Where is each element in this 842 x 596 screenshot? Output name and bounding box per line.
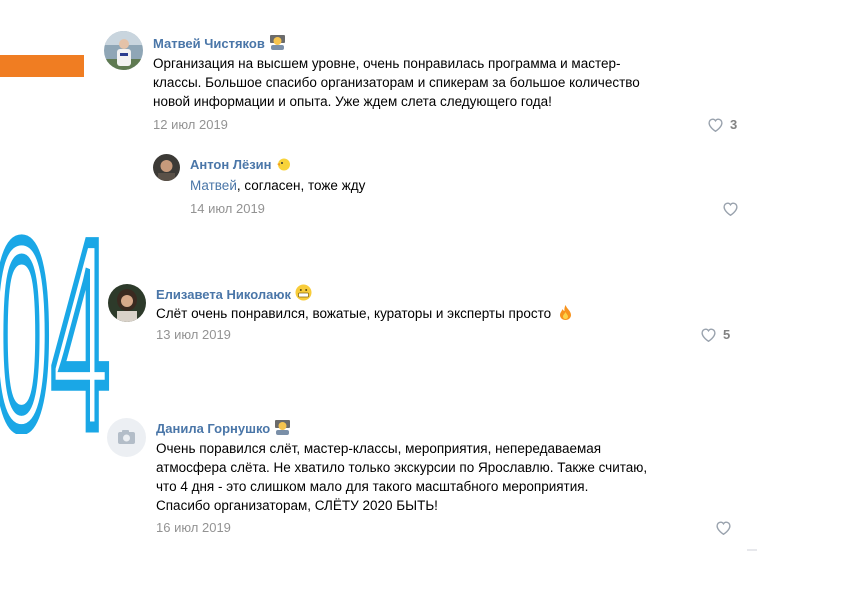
comment-text: Матвей, согласен, тоже жду xyxy=(190,176,365,195)
orange-accent-bar xyxy=(0,55,84,77)
comment-text-line: что 4 дня - это слишком мало для такого … xyxy=(156,479,589,494)
comment-text-line: Спасибо организаторам, СЛЁТУ 2020 БЫТЬ! xyxy=(156,498,438,513)
like-count: 5 xyxy=(723,327,731,342)
like-button[interactable] xyxy=(722,201,745,216)
fire-emoji-icon xyxy=(558,304,573,326)
comment-text-line: Очень поравился слёт, мастер-классы, мер… xyxy=(156,441,602,456)
avatar[interactable] xyxy=(108,284,146,322)
avatar[interactable] xyxy=(104,31,143,70)
comment-text: Слёт очень понравился, вожатые, кураторы… xyxy=(156,304,573,326)
comment-author[interactable]: Елизавета Николаюк xyxy=(156,284,312,304)
like-count: 3 xyxy=(730,117,738,132)
comment-text-line: классы. Большое спасибо организаторам и … xyxy=(153,75,640,90)
heart-icon xyxy=(716,521,731,535)
comment-text: Организация на высшем уровне, очень понр… xyxy=(153,54,640,111)
slide-number: 04 xyxy=(0,222,110,434)
author-name[interactable]: Антон Лёзин xyxy=(190,157,272,172)
comment-text-body: , согласен, тоже жду xyxy=(236,178,366,193)
heart-icon xyxy=(708,118,723,132)
comment-date[interactable]: 16 июл 2019 xyxy=(156,520,231,535)
author-name[interactable]: Елизавета Николаюк xyxy=(156,287,291,302)
heart-icon xyxy=(723,202,738,216)
comment-author[interactable]: Антон Лёзин xyxy=(190,156,292,174)
comment-author[interactable]: Матвей Чистяков xyxy=(153,34,286,53)
author-name[interactable]: Матвей Чистяков xyxy=(153,36,265,51)
slide-number-text: 04 xyxy=(0,222,110,434)
teacher-emoji-icon xyxy=(274,419,291,438)
grimace-emoji-icon xyxy=(295,284,312,304)
like-button[interactable]: 3 xyxy=(707,117,737,132)
divider-mark xyxy=(747,549,757,551)
comment-text-line: новой информации и опыта. Уже ждем слета… xyxy=(153,94,552,109)
avatar[interactable] xyxy=(153,154,180,181)
comment-date[interactable]: 12 июл 2019 xyxy=(153,117,228,132)
mention-link[interactable]: Матвей xyxy=(190,178,237,193)
comment-author[interactable]: Данила Горнушко xyxy=(156,419,291,438)
comment-date[interactable]: 14 июл 2019 xyxy=(190,201,265,216)
heart-icon xyxy=(701,328,716,342)
comment-text: Очень поравился слёт, мастер-классы, мер… xyxy=(156,439,647,515)
comment-text-body: Слёт очень понравился, вожатые, кураторы… xyxy=(156,306,552,321)
author-name[interactable]: Данила Горнушко xyxy=(156,421,270,436)
like-button[interactable]: 5 xyxy=(700,327,730,342)
like-button[interactable] xyxy=(715,520,738,535)
chick-emoji-icon xyxy=(276,156,292,174)
avatar[interactable] xyxy=(107,418,146,457)
comment-text-line: атмосфера слёта. Не хватило только экску… xyxy=(156,460,648,475)
comment-date[interactable]: 13 июл 2019 xyxy=(156,327,231,342)
camera-icon xyxy=(118,430,135,444)
teacher-emoji-icon xyxy=(269,34,286,53)
comment-text-line: Организация на высшем уровне, очень понр… xyxy=(153,56,621,71)
